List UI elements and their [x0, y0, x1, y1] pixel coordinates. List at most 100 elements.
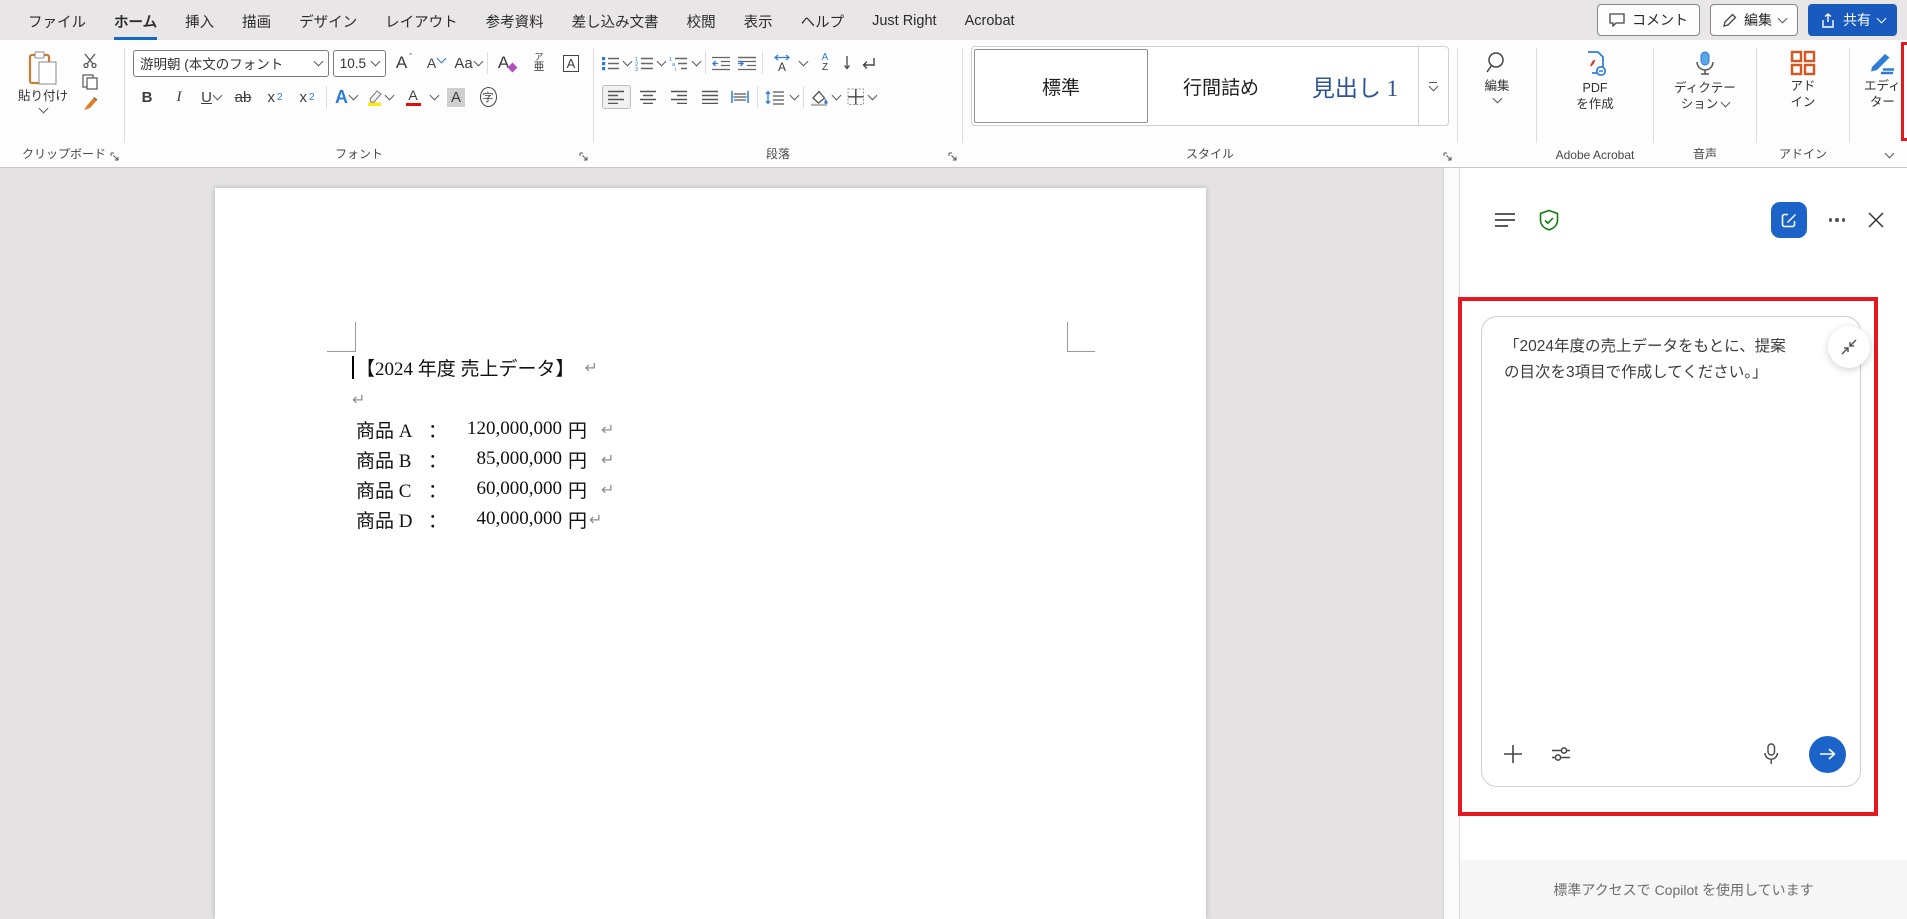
font-color-button[interactable]: A: [399, 84, 427, 110]
font-dialog-launcher[interactable]: [578, 151, 589, 162]
comment-icon: [1609, 13, 1625, 27]
italic-button[interactable]: I: [165, 84, 193, 110]
tab-home[interactable]: ホーム: [100, 2, 171, 39]
subscript-button[interactable]: x2: [261, 84, 289, 110]
margin-mark-left: [355, 322, 356, 351]
decrease-indent-icon[interactable]: [711, 56, 732, 71]
comments-button[interactable]: コメント: [1597, 4, 1700, 36]
more-options-icon[interactable]: [1829, 218, 1846, 222]
align-left-icon[interactable]: [602, 85, 631, 109]
tab-layout[interactable]: レイアウト: [371, 2, 472, 39]
font-size-select[interactable]: 10.5: [333, 50, 386, 77]
dictation-button[interactable]: ディクテー ション: [1668, 46, 1742, 116]
clear-formatting-button[interactable]: A: [493, 50, 521, 76]
group-addins: アド イン アドイン: [1759, 44, 1847, 167]
send-button[interactable]: [1809, 736, 1846, 773]
text-direction-button[interactable]: A: [768, 50, 796, 76]
title-menu-bar: ファイル ホーム 挿入 描画 デザイン レイアウト 参考資料 差し込み文書 校閲…: [0, 0, 1907, 40]
magnifier-icon: [1484, 50, 1510, 76]
document-page[interactable]: 【2024 年度 売上データ】 ↵ ↵ 商品 A： 120,000,000円 ↵…: [215, 188, 1206, 919]
composer-toolbar: [1502, 736, 1846, 772]
multilevel-list-icon[interactable]: 1ai: [669, 56, 689, 71]
paste-dropdown[interactable]: [38, 103, 48, 113]
tab-justright[interactable]: Just Right: [858, 4, 950, 36]
line-spacing-icon[interactable]: [763, 86, 787, 109]
tab-review[interactable]: 校閲: [673, 2, 730, 39]
style-heading1[interactable]: 見出し 1: [1292, 47, 1418, 125]
attach-plus-icon[interactable]: [1502, 743, 1524, 765]
copy-icon[interactable]: [82, 74, 99, 90]
phonetic-guide-button[interactable]: ア 亜: [525, 50, 553, 76]
cut-icon[interactable]: [82, 52, 99, 68]
collapse-composer-button[interactable]: [1828, 326, 1870, 368]
editor-button[interactable]: エディ ター: [1858, 46, 1907, 114]
tab-view[interactable]: 表示: [730, 2, 787, 39]
bullet-list-icon[interactable]: [602, 56, 620, 71]
doc-row-product-d: 商品 D： 40,000,000円 ↵: [356, 506, 602, 532]
style-no-spacing[interactable]: 行間詰め: [1150, 47, 1292, 125]
ribbon: 貼り付け クリップボード 游明朝 (本文のフォント 10.5 Aˆ A Aa: [0, 40, 1907, 168]
formatting-marks-icon[interactable]: [859, 55, 878, 71]
prompt-text[interactable]: 「2024年度の売上データをもとに、提案 の目次を3項目で作成してください。」: [1482, 317, 1860, 386]
editing-menu-button[interactable]: 編集: [1466, 46, 1528, 106]
shrink-font-button[interactable]: A: [422, 50, 450, 76]
addins-button[interactable]: アド イン: [1784, 46, 1822, 114]
return-mark: ↵: [352, 390, 365, 409]
styles-gallery-more[interactable]: [1418, 47, 1447, 125]
share-button[interactable]: 共有: [1808, 4, 1897, 36]
tab-acrobat[interactable]: Acrobat: [951, 4, 1029, 36]
tab-file[interactable]: ファイル: [14, 2, 100, 39]
chat-menu-icon[interactable]: [1494, 212, 1516, 228]
tab-references[interactable]: 参考資料: [472, 2, 558, 39]
dictate-mic-icon[interactable]: [1763, 743, 1779, 765]
format-painter-icon[interactable]: [82, 96, 99, 112]
new-chat-button[interactable]: [1771, 202, 1807, 238]
tab-insert[interactable]: 挿入: [171, 2, 228, 39]
options-sliders-icon[interactable]: [1550, 744, 1572, 764]
create-pdf-button[interactable]: PDF を作成: [1570, 46, 1620, 116]
paste-button[interactable]: 貼り付け: [12, 46, 74, 116]
borders-icon[interactable]: [847, 88, 865, 106]
distribute-icon[interactable]: [728, 86, 752, 108]
style-normal[interactable]: 標準: [974, 49, 1148, 123]
margin-mark-right-h: [1067, 351, 1095, 352]
svg-text:i: i: [675, 67, 676, 71]
tab-mailings[interactable]: 差し込み文書: [558, 2, 673, 39]
clipboard-icon: [28, 50, 58, 86]
clipboard-dialog-launcher[interactable]: [109, 151, 120, 162]
superscript-button[interactable]: x2: [293, 84, 321, 110]
bold-button[interactable]: B: [133, 84, 161, 110]
sort-arrow-icon: [843, 55, 851, 71]
underline-button[interactable]: U: [197, 84, 225, 110]
character-border-button[interactable]: A: [557, 50, 585, 76]
close-panel-icon[interactable]: [1867, 211, 1885, 229]
strikethrough-button[interactable]: ab: [229, 84, 257, 110]
document-scrollbar-gutter[interactable]: [1443, 168, 1459, 919]
grow-font-button[interactable]: Aˆ: [390, 50, 418, 76]
enclose-characters-button[interactable]: 字: [474, 84, 502, 110]
styles-dialog-launcher[interactable]: [1442, 151, 1453, 162]
highlight-color-button[interactable]: [364, 84, 395, 110]
font-name-select[interactable]: 游明朝 (本文のフォント: [133, 50, 329, 77]
text-effects-button[interactable]: A: [332, 84, 360, 110]
shading-icon[interactable]: [809, 89, 829, 106]
tab-help[interactable]: ヘルプ: [787, 2, 859, 39]
protected-shield-icon[interactable]: [1538, 209, 1560, 232]
sort-button[interactable]: A Z: [811, 50, 839, 76]
character-shading-button[interactable]: A: [442, 84, 470, 110]
numbered-list-icon[interactable]: 123: [635, 56, 654, 71]
change-case-button[interactable]: Aa: [454, 50, 482, 76]
align-right-icon[interactable]: [666, 86, 693, 108]
tab-draw[interactable]: 描画: [228, 2, 285, 39]
group-styles: 標準 行間詰め 見出し 1 スタイル: [965, 44, 1455, 167]
editing-mode-button[interactable]: 編集: [1710, 4, 1798, 36]
tab-design[interactable]: デザイン: [285, 2, 371, 39]
group-voice: ディクテー ション 音声: [1656, 44, 1754, 167]
paragraph-dialog-launcher[interactable]: [947, 151, 958, 162]
return-mark: ↵: [585, 358, 598, 377]
copilot-prompt-composer[interactable]: 「2024年度の売上データをもとに、提案 の目次を3項目で作成してください。」: [1481, 316, 1861, 787]
doc-row-product-b: 商品 B： 85,000,000円 ↵: [356, 446, 614, 472]
increase-indent-icon[interactable]: [736, 56, 757, 71]
align-center-icon[interactable]: [635, 86, 662, 108]
justify-icon[interactable]: [697, 86, 724, 108]
